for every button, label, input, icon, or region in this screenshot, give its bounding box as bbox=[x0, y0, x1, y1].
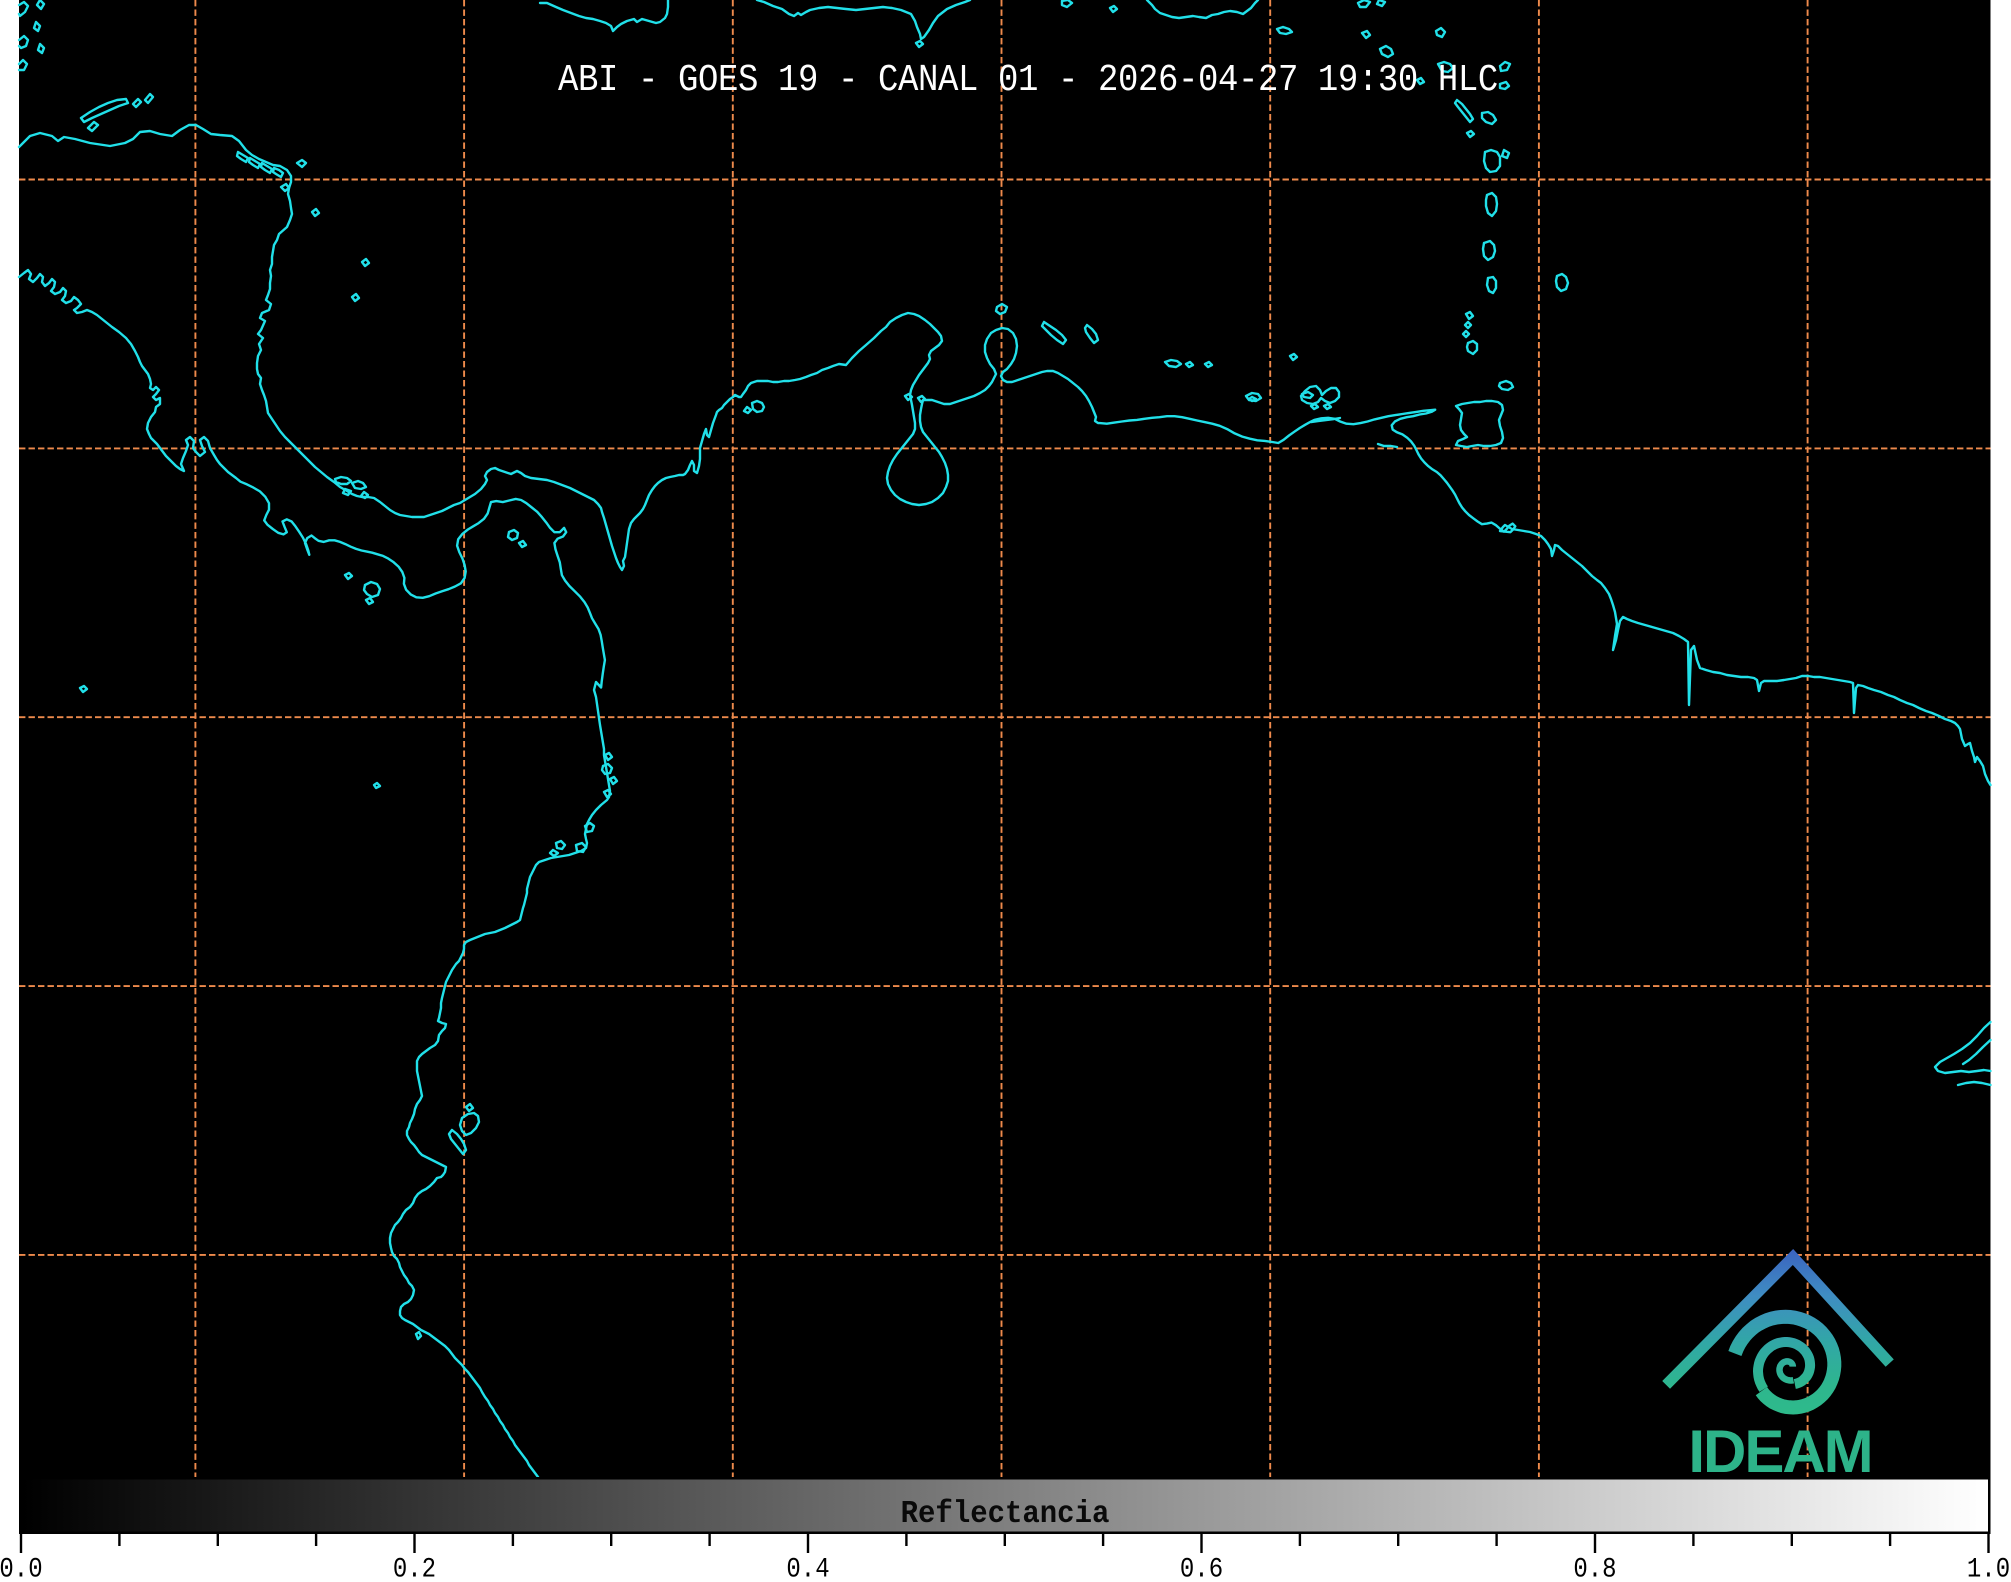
svg-text:1.0: 1.0 bbox=[1967, 1553, 2010, 1577]
svg-text:IDEAM: IDEAM bbox=[1688, 1418, 1871, 1485]
svg-text:0.4: 0.4 bbox=[786, 1553, 829, 1577]
svg-text:0.0: 0.0 bbox=[0, 1553, 43, 1577]
svg-text:0.6: 0.6 bbox=[1180, 1553, 1223, 1577]
svg-text:0.8: 0.8 bbox=[1573, 1553, 1616, 1577]
svg-text:ABI - GOES 19 - CANAL 01 - 202: ABI - GOES 19 - CANAL 01 - 2026-04-27 19… bbox=[558, 58, 1498, 101]
svg-text:0.2: 0.2 bbox=[393, 1553, 436, 1577]
svg-text:Reflectancia: Reflectancia bbox=[901, 1497, 1110, 1533]
